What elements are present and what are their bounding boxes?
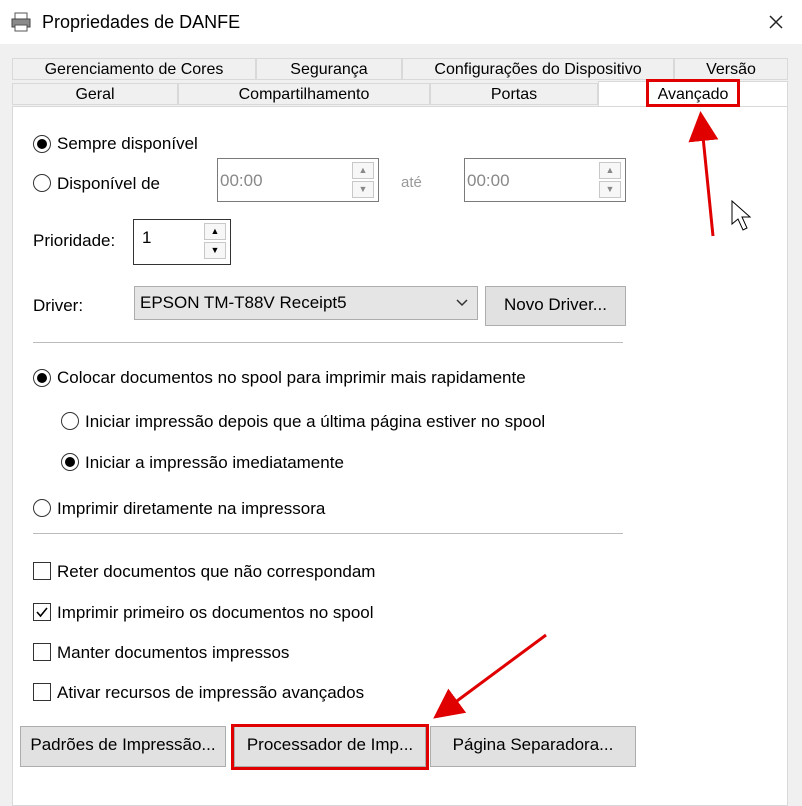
available-from-label: Disponível de [57,174,161,193]
priority-value: 1 [142,228,152,247]
print-spooled-first-label: Imprimir primeiro os documentos no spool [57,603,374,622]
tab-versao[interactable]: Versão [674,58,788,80]
chevron-down-icon[interactable]: ▼ [352,181,374,198]
print-spooled-first-checkbox[interactable] [33,603,51,621]
printing-defaults-button[interactable]: Padrões de Impressão... [20,726,226,767]
chevron-down-icon[interactable]: ▼ [204,242,226,259]
spool-label: Colocar documentos no spool para imprimi… [57,368,526,387]
until-label: até [401,174,422,191]
always-available-label: Sempre disponível [57,134,198,153]
print-direct-radio[interactable] [33,499,51,517]
priority-stepper[interactable]: 1 ▲ ▼ [133,219,231,265]
chevron-up-icon[interactable]: ▲ [599,162,621,179]
from-time-spinner[interactable]: ▲ ▼ [352,162,374,198]
separator-page-button[interactable]: Página Separadora... [430,726,636,767]
tab-configuracoes-do-dispositivo[interactable]: Configurações do Dispositivo [402,58,674,80]
start-after-last-page-label: Iniciar impressão depois que a última pá… [85,412,546,431]
to-time-input[interactable]: 00:00 ▲ ▼ [464,158,626,202]
priority-spinner[interactable]: ▲ ▼ [204,223,226,261]
chevron-up-icon[interactable]: ▲ [352,162,374,179]
advanced-features-label: Ativar recursos de impressão avançados [57,683,365,702]
chevron-down-icon[interactable]: ▼ [599,181,621,198]
annotation-box-processor-button [231,724,429,770]
advanced-features-checkbox[interactable] [33,683,51,701]
divider [33,533,623,534]
start-immediately-radio[interactable] [61,453,79,471]
annotation-box-advanced-tab [646,79,740,107]
driver-select[interactable]: EPSON TM-T88V Receipt5 [134,286,478,320]
chevron-up-icon[interactable]: ▲ [204,223,226,240]
hold-mismatched-checkbox[interactable] [33,562,51,580]
tab-portas[interactable]: Portas [430,83,598,105]
new-driver-button[interactable]: Novo Driver... [485,286,626,326]
priority-label: Prioridade: [33,231,116,250]
spool-radio[interactable] [33,369,51,387]
tab-gerenciamento-de-cores[interactable]: Gerenciamento de Cores [12,58,256,80]
start-after-last-page-radio[interactable] [61,412,79,430]
checkmark-icon [36,607,48,618]
tab-seguranca[interactable]: Segurança [256,58,402,80]
to-time-value: 00:00 [467,171,510,190]
to-time-spinner[interactable]: ▲ ▼ [599,162,621,198]
printer-icon [11,12,31,32]
tab-compartilhamento[interactable]: Compartilhamento [178,83,430,105]
tab-geral[interactable]: Geral [12,83,178,105]
print-direct-label: Imprimir diretamente na impressora [57,499,326,518]
keep-printed-checkbox[interactable] [33,643,51,661]
keep-printed-label: Manter documentos impressos [57,643,290,662]
from-time-value: 00:00 [220,171,263,190]
from-time-input[interactable]: 00:00 ▲ ▼ [217,158,379,202]
divider [33,342,623,343]
start-immediately-label: Iniciar a impressão imediatamente [85,453,344,472]
chevron-down-icon [456,299,468,307]
driver-label: Driver: [33,296,84,315]
driver-selected-value: EPSON TM-T88V Receipt5 [140,293,347,312]
always-available-radio[interactable] [33,135,51,153]
close-icon[interactable] [762,8,790,36]
hold-mismatched-label: Reter documentos que não correspondam [57,562,376,581]
available-from-radio[interactable] [33,174,51,192]
window-title: Propriedades de DANFE [42,12,241,32]
